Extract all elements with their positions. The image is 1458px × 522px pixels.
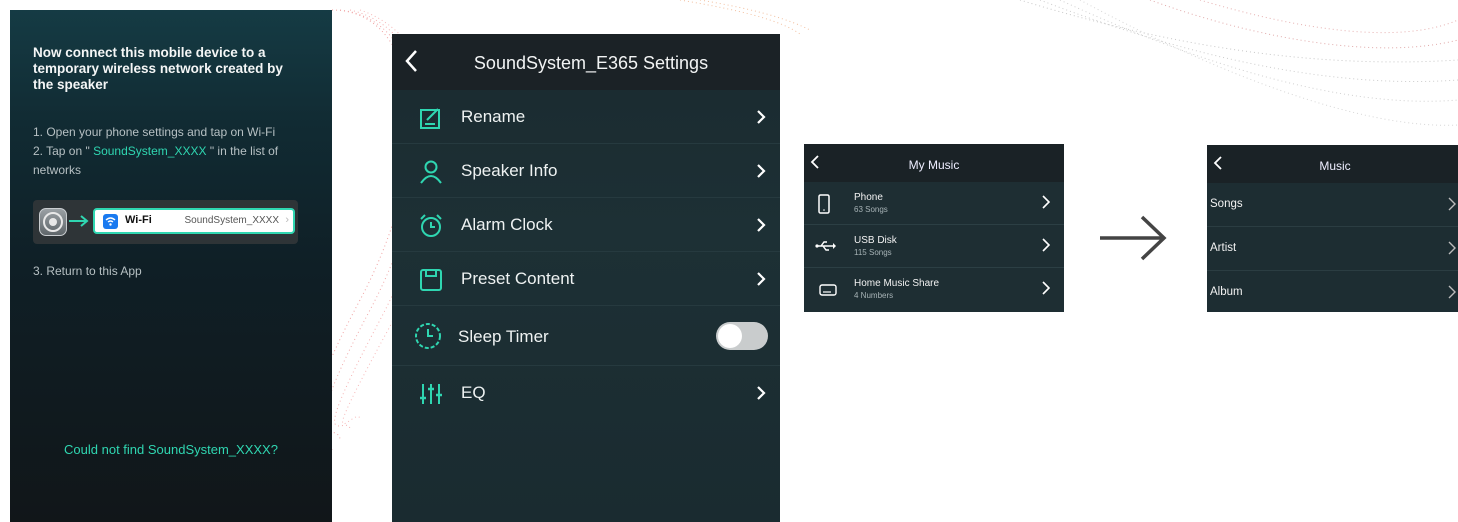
settings-item-label: Sleep Timer xyxy=(458,327,549,346)
chevron-right-icon xyxy=(1448,197,1456,211)
music-category-album[interactable]: Album xyxy=(1207,271,1458,315)
edit-icon xyxy=(420,108,440,129)
chevron-right-icon xyxy=(757,164,766,178)
music-source-usb[interactable]: USB Disk 115 Songs xyxy=(804,225,1064,268)
step-2-network-name: SoundSystem_XXXX xyxy=(89,144,210,158)
wifi-label: Wi-Fi xyxy=(125,214,152,226)
my-music-header: My Music xyxy=(804,144,1064,182)
settings-item-label: Alarm Clock xyxy=(461,215,553,234)
music-header: Music xyxy=(1207,145,1458,183)
wifi-row[interactable]: Wi-Fi SoundSystem_XXXX › xyxy=(93,208,295,234)
chevron-right-icon xyxy=(757,272,766,286)
music-source-name: Phone xyxy=(854,192,883,203)
music-screen: Music Songs Artist Album xyxy=(1207,145,1458,312)
step-1: 1. Open your phone settings and tap on W… xyxy=(33,125,276,139)
settings-title: SoundSystem_E365 Settings xyxy=(473,53,709,73)
music-source-phone[interactable]: Phone 63 Songs xyxy=(804,182,1064,225)
person-icon xyxy=(420,160,442,184)
chevron-right-icon xyxy=(1042,238,1050,252)
music-category-artist[interactable]: Artist xyxy=(1207,227,1458,271)
chevron-right-icon xyxy=(1042,195,1050,209)
sleep-timer-toggle[interactable] xyxy=(716,322,768,350)
chevron-right-icon xyxy=(757,218,766,232)
wifi-instruction-banner: Wi-Fi SoundSystem_XXXX › xyxy=(33,200,298,244)
music-title: Music xyxy=(1319,159,1351,173)
wifi-network-value: SoundSystem_XXXX xyxy=(184,215,280,226)
chevron-right-icon xyxy=(1448,241,1456,255)
settings-item-label: EQ xyxy=(461,383,486,402)
settings-item-preset-content[interactable]: Preset Content xyxy=(392,252,780,306)
settings-screen: SoundSystem_E365 Settings Rename Speaker… xyxy=(392,34,780,522)
step-3: 3. Return to this App xyxy=(33,264,142,278)
chevron-right-icon xyxy=(1448,285,1456,299)
my-music-screen: My Music Phone 63 Songs USB Disk 115 Son… xyxy=(804,144,1064,312)
help-link[interactable]: Could not find SoundSystem_XXXX? xyxy=(10,442,332,457)
music-source-name: Home Music Share xyxy=(854,278,940,289)
music-source-home-share[interactable]: Home Music Share 4 Numbers xyxy=(804,268,1064,311)
music-source-count: 63 Songs xyxy=(854,205,888,214)
music-category-label: Songs xyxy=(1210,198,1243,210)
flow-arrow-icon xyxy=(1100,215,1167,261)
step-2-prefix: 2. Tap on " xyxy=(33,144,90,158)
chevron-right-icon xyxy=(757,386,766,400)
connect-screen: Now connect this mobile device to a temp… xyxy=(10,10,332,522)
music-category-label: Album xyxy=(1210,286,1243,298)
settings-item-eq[interactable]: EQ xyxy=(392,366,780,420)
save-icon xyxy=(420,269,442,291)
settings-item-speaker-info[interactable]: Speaker Info xyxy=(392,144,780,198)
usb-icon xyxy=(815,241,836,251)
chevron-right-icon: › xyxy=(285,214,289,226)
wifi-icon xyxy=(103,214,118,229)
chevron-right-icon xyxy=(757,110,766,124)
connect-title: Now connect this mobile device to a temp… xyxy=(33,45,283,92)
phone-icon xyxy=(818,194,830,214)
settings-item-label: Rename xyxy=(461,107,526,126)
music-source-count: 115 Songs xyxy=(854,248,892,257)
settings-item-sleep-timer: Sleep Timer xyxy=(392,306,780,366)
settings-header: SoundSystem_E365 Settings xyxy=(392,34,780,90)
music-category-songs[interactable]: Songs xyxy=(1207,183,1458,227)
alarm-clock-icon xyxy=(420,214,442,237)
settings-item-label: Speaker Info xyxy=(461,161,558,180)
settings-item-label: Preset Content xyxy=(461,269,575,288)
music-category-label: Artist xyxy=(1210,242,1237,254)
settings-item-alarm-clock[interactable]: Alarm Clock xyxy=(392,198,780,252)
toggle-knob xyxy=(718,324,742,348)
settings-app-icon xyxy=(39,208,67,236)
drive-icon xyxy=(819,284,837,296)
music-source-count: 4 Numbers xyxy=(854,291,894,300)
my-music-title: My Music xyxy=(908,158,960,172)
chevron-right-icon xyxy=(1042,281,1050,295)
equalizer-icon xyxy=(420,384,442,404)
arrow-right-icon xyxy=(69,215,89,227)
step-2: 2. Tap on " SoundSystem_XXXX " in the li… xyxy=(33,142,303,180)
settings-item-rename[interactable]: Rename xyxy=(392,90,780,144)
music-source-name: USB Disk xyxy=(854,235,897,246)
timer-icon xyxy=(415,323,441,349)
